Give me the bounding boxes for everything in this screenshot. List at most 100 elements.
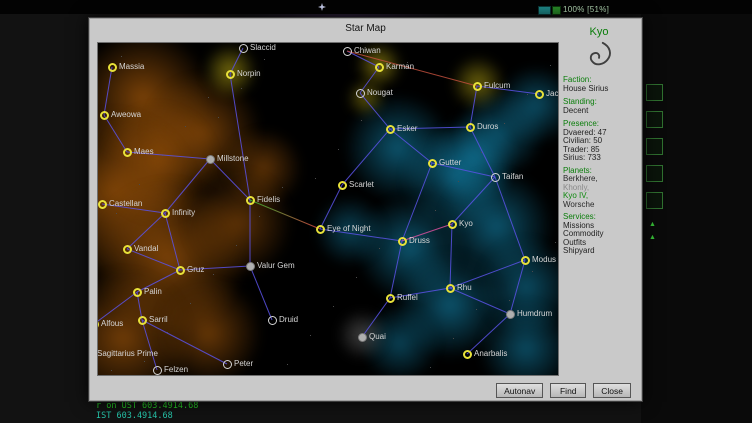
- system-palin[interactable]: [133, 288, 142, 297]
- star-map-window: Star Map SlaccidMassiaNorpinChiwanKarman…: [88, 17, 643, 402]
- system-millstone[interactable]: [206, 155, 215, 164]
- system-kyo[interactable]: [448, 220, 457, 229]
- system-maes[interactable]: [123, 148, 132, 157]
- hyperlane-druss-ruffel: [390, 241, 402, 298]
- system-norpin[interactable]: [226, 70, 235, 79]
- hud-marker-icon-2: ▲: [649, 231, 656, 244]
- system-slaccid[interactable]: [239, 44, 248, 53]
- hud-side-button-4[interactable]: [646, 165, 663, 182]
- system-label-rhu: Rhu: [457, 283, 472, 292]
- system-label-duros: Duros: [477, 122, 498, 131]
- system-infinity[interactable]: [161, 209, 170, 218]
- system-label-millstone: Millstone: [217, 154, 249, 163]
- system-label-modus-m: Modus M: [532, 255, 559, 264]
- hud-marker-column: ▲▲: [649, 218, 656, 244]
- planets-list: Berkhere,Khonly,Kyo IV,Worsche: [563, 175, 635, 209]
- presence-entry: Sirius: 733: [563, 154, 635, 163]
- system-label-gruz: Gruz: [187, 265, 204, 274]
- system-valur-gem[interactable]: [246, 262, 255, 271]
- system-modus-m[interactable]: [521, 256, 530, 265]
- system-scarlet[interactable]: [338, 181, 347, 190]
- system-quai[interactable]: [358, 333, 367, 342]
- system-gutter[interactable]: [428, 159, 437, 168]
- hyperlane-fulcum-duros: [470, 86, 477, 127]
- system-label-druss: Druss: [409, 236, 430, 245]
- hud-side-button-2[interactable]: [646, 111, 663, 128]
- hud-side-button-1[interactable]: [646, 84, 663, 101]
- system-rhu[interactable]: [446, 284, 455, 293]
- system-label-sarril: Sarril: [149, 315, 168, 324]
- game-screen: { "background": { "hud_percent": "100% […: [0, 0, 752, 423]
- hyperlane-taifan-modus-m: [495, 177, 525, 260]
- system-label-karman: Karman: [386, 62, 414, 71]
- find-button[interactable]: Find: [550, 383, 586, 398]
- system-label-slaccid: Slaccid: [250, 43, 276, 52]
- autonav-button[interactable]: Autonav: [496, 383, 543, 398]
- hyperlane-scarlet-esker: [342, 129, 390, 185]
- system-humdrum[interactable]: [506, 310, 515, 319]
- system-felzen[interactable]: [153, 366, 162, 375]
- hyperlane-aweowa-maes: [104, 115, 127, 152]
- system-vandal[interactable]: [123, 245, 132, 254]
- status-log-line-1: r on UST 603.4914.68: [96, 401, 198, 411]
- system-karman[interactable]: [375, 63, 384, 72]
- hyperlane-esker-gutter: [390, 129, 432, 163]
- system-label-aweowa: Aweowa: [111, 110, 141, 119]
- system-label-massia: Massia: [119, 62, 144, 71]
- system-chiwan[interactable]: [343, 47, 352, 56]
- topbar-star-icon: [318, 3, 326, 11]
- system-druid[interactable]: [268, 316, 277, 325]
- system-label-nougat: Nougat: [367, 88, 393, 97]
- system-label-humdrum: Humdrum: [517, 309, 552, 318]
- planet-entry: Worsche: [563, 201, 635, 210]
- faction-value: House Sirius: [563, 85, 635, 94]
- hyperlane-duros-taifan: [470, 127, 495, 177]
- hud-side-button-5[interactable]: [646, 192, 663, 209]
- window-title: Star Map: [89, 23, 642, 34]
- hyperlane-gutter-druss: [402, 163, 432, 241]
- system-label-druid: Druid: [279, 315, 298, 324]
- presence-list: Dvaered: 47Civilian: 50Trader: 85Sirius:…: [563, 129, 635, 163]
- system-label-jac: Jac: [546, 89, 558, 98]
- hyperlane-norpin-fidelis: [230, 74, 250, 200]
- status-log-line-2: IST 603.4914.68: [96, 411, 173, 421]
- system-castellan[interactable]: [98, 200, 107, 209]
- hyperlane-humdrum-modus-m: [510, 260, 525, 314]
- system-label-infinity: Infinity: [172, 208, 195, 217]
- system-esker[interactable]: [386, 125, 395, 134]
- system-sarril[interactable]: [138, 316, 147, 325]
- system-label-fulcum: Fulcum: [484, 81, 510, 90]
- system-taifan[interactable]: [491, 173, 500, 182]
- hud-side-button-column: [646, 84, 663, 219]
- dialog-button-row: Autonav Find Close: [496, 383, 631, 398]
- system-duros[interactable]: [466, 123, 475, 132]
- hud-side-button-3[interactable]: [646, 138, 663, 155]
- system-fidelis[interactable]: [246, 196, 255, 205]
- star-map-canvas[interactable]: SlaccidMassiaNorpinChiwanKarmanNougatFul…: [97, 42, 559, 376]
- hud-health-readout: 100% [51%]: [563, 5, 609, 14]
- system-gruz[interactable]: [176, 266, 185, 275]
- system-label-palin: Palin: [144, 287, 162, 296]
- system-nougat[interactable]: [356, 89, 365, 98]
- system-anarbalis[interactable]: [463, 350, 472, 359]
- system-label-maes: Maes: [134, 147, 154, 156]
- hyperlane-taifan-kyo: [452, 177, 495, 224]
- system-massia[interactable]: [108, 63, 117, 72]
- close-button[interactable]: Close: [593, 383, 631, 398]
- system-label-chiwan: Chiwan: [354, 46, 381, 55]
- hud-marker-icon-1: ▲: [649, 218, 656, 231]
- system-druss[interactable]: [398, 237, 407, 246]
- hyperlane-infinity-gruz: [165, 213, 180, 270]
- system-ruffel[interactable]: [386, 294, 395, 303]
- faction-logo-sirius: [584, 41, 614, 71]
- system-jac[interactable]: [535, 90, 544, 99]
- system-peter[interactable]: [223, 360, 232, 369]
- system-eye-of-night[interactable]: [316, 225, 325, 234]
- system-label-ruffel: Ruffel: [397, 293, 418, 302]
- hyperlane-kyo-rhu: [450, 224, 452, 288]
- armor-bar-chip: [552, 6, 561, 15]
- system-fulcum[interactable]: [473, 82, 482, 91]
- system-aweowa[interactable]: [100, 111, 109, 120]
- hyperlane-massia-aweowa: [104, 67, 112, 115]
- standing-value: Decent: [563, 107, 635, 116]
